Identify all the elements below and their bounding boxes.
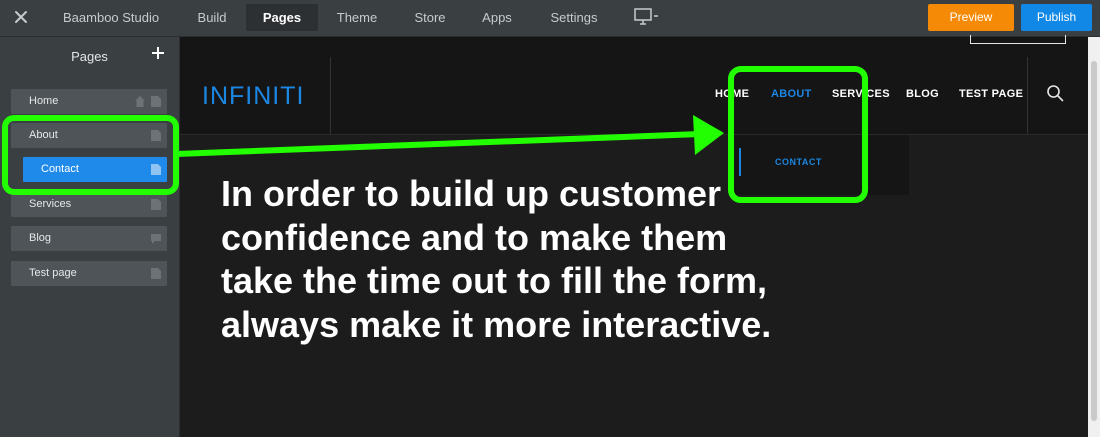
page-item-label: Blog <box>29 232 52 244</box>
header-divider <box>1027 57 1028 134</box>
home-icon <box>135 96 145 107</box>
app-title: Baamboo Studio <box>63 10 160 25</box>
tab-theme[interactable]: Theme <box>325 4 389 31</box>
site-preview: INFINITI HOME ABOUT SERVICES BLOG TEST P… <box>180 35 1088 437</box>
header-divider <box>330 57 331 134</box>
top-toolbar: Baamboo Studio Build Pages Theme Store A… <box>0 0 1100 37</box>
page-icon <box>151 96 161 107</box>
tab-build[interactable]: Build <box>184 4 240 31</box>
site-logo[interactable]: INFINITI <box>202 82 304 111</box>
monitor-dropdown-icon[interactable] <box>634 8 662 26</box>
scroll-thumb[interactable] <box>1091 61 1097 421</box>
page-item-contact[interactable]: Contact <box>23 157 167 182</box>
page-item-blog[interactable]: Blog <box>11 226 167 251</box>
page-item-home[interactable]: Home <box>11 89 167 114</box>
header-outline-button[interactable] <box>970 35 1066 44</box>
page-item-label: Services <box>29 198 72 210</box>
tab-settings[interactable]: Settings <box>538 4 610 31</box>
page-item-label: About <box>29 129 58 141</box>
canvas-scrollbar[interactable] <box>1088 37 1100 437</box>
search-icon[interactable] <box>1046 84 1064 102</box>
page-item-about[interactable]: About <box>11 123 167 148</box>
page-item-test-page[interactable]: Test page <box>11 261 167 286</box>
tab-apps[interactable]: Apps <box>469 4 525 31</box>
close-icon[interactable] <box>10 6 32 28</box>
publish-button[interactable]: Publish <box>1021 4 1092 31</box>
site-nav-services[interactable]: SERVICES <box>832 88 890 100</box>
comment-icon <box>151 234 161 244</box>
site-header: INFINITI HOME ABOUT SERVICES BLOG TEST P… <box>180 35 1088 135</box>
pages-sidebar: Pages Home About Contact Services Blog T… <box>0 37 180 437</box>
page-icon <box>151 130 161 141</box>
tab-pages[interactable]: Pages <box>246 4 318 31</box>
site-nav-test-page[interactable]: TEST PAGE <box>959 88 1023 100</box>
preview-button[interactable]: Preview <box>928 4 1014 31</box>
page-item-label: Test page <box>29 267 77 279</box>
tab-store[interactable]: Store <box>401 4 459 31</box>
add-page-icon[interactable] <box>151 46 165 60</box>
site-nav-home[interactable]: HOME <box>715 88 749 100</box>
dropdown-item-contact[interactable]: CONTACT <box>775 157 822 167</box>
site-nav-blog[interactable]: BLOG <box>906 88 939 100</box>
hero-headline: In order to build up customer confidence… <box>221 173 772 345</box>
page-icon <box>151 268 161 279</box>
page-item-services[interactable]: Services <box>11 192 167 217</box>
page-icon <box>151 199 161 210</box>
page-item-label: Home <box>29 95 59 107</box>
page-icon <box>151 164 161 175</box>
site-nav-about[interactable]: ABOUT <box>771 88 812 100</box>
page-item-label: Contact <box>41 163 79 175</box>
